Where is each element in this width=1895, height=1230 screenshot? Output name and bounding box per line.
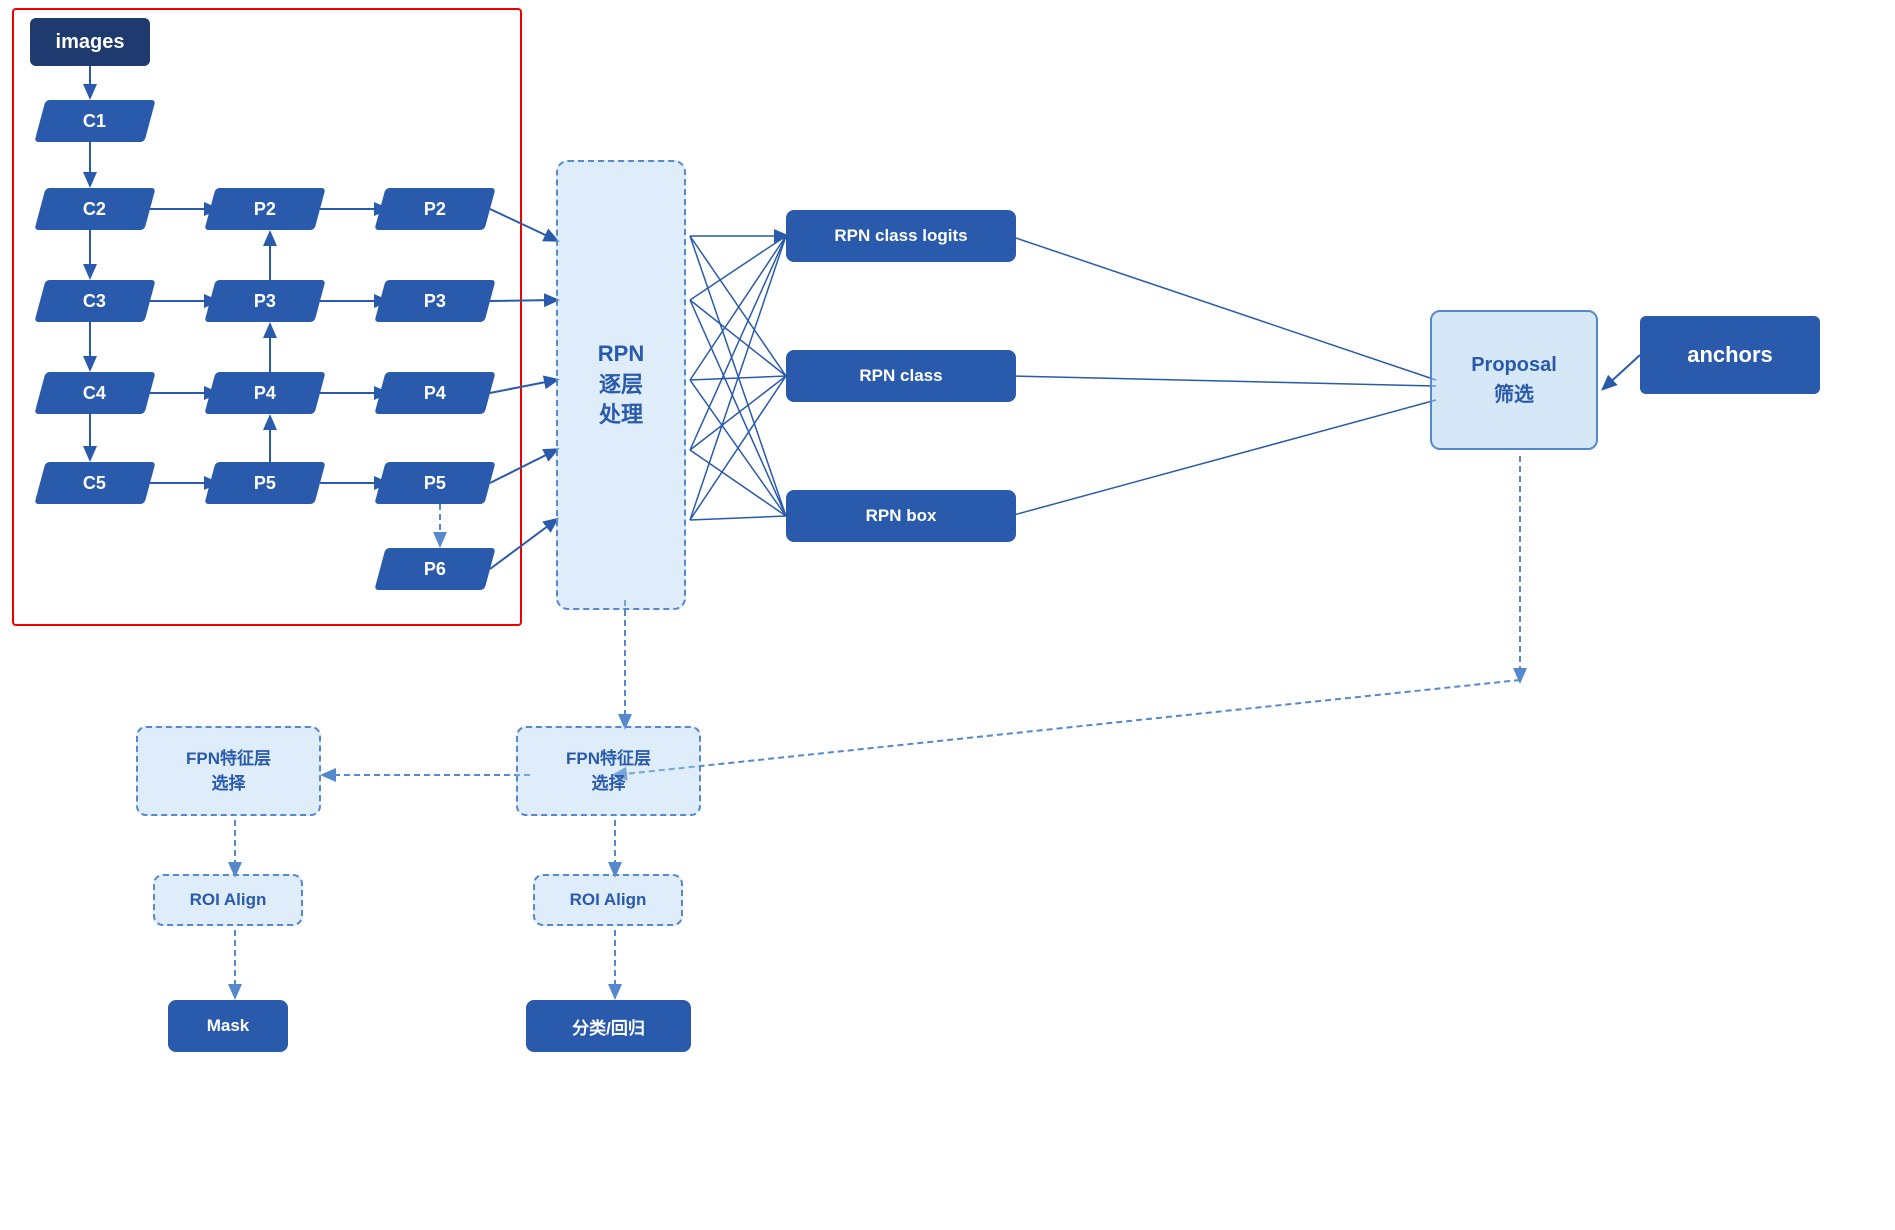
p3b-node: P3 (380, 280, 490, 322)
p5a-node: P5 (210, 462, 320, 504)
c1-node: C1 (40, 100, 150, 142)
rpn-box-node: RPN box (786, 490, 1016, 542)
mask-node: Mask (168, 1000, 288, 1052)
p5b-node: P5 (380, 462, 490, 504)
fpn-sel2-node: FPN特征层 选择 (516, 726, 701, 816)
images-node: images (30, 18, 150, 66)
c4-node: C4 (40, 372, 150, 414)
roi-align1-node: ROI Align (153, 874, 303, 926)
p4a-node: P4 (210, 372, 320, 414)
p2b-node: P2 (380, 188, 490, 230)
rpn-node: RPN 逐层 处理 (556, 160, 686, 610)
rpn-class-node: RPN class (786, 350, 1016, 402)
proposal-node: Proposal 筛选 (1430, 310, 1598, 450)
c3-node: C3 (40, 280, 150, 322)
c2-node: C2 (40, 188, 150, 230)
anchors-node: anchors (1640, 316, 1820, 394)
roi-align2-node: ROI Align (533, 874, 683, 926)
c5-node: C5 (40, 462, 150, 504)
classify-node: 分类/回归 (526, 1000, 691, 1052)
p3a-node: P3 (210, 280, 320, 322)
fpn-sel1-node: FPN特征层 选择 (136, 726, 321, 816)
p2a-node: P2 (210, 188, 320, 230)
p6b-node: P6 (380, 548, 490, 590)
rpn-class-logits-node: RPN class logits (786, 210, 1016, 262)
p4b-node: P4 (380, 372, 490, 414)
diagram: images C1 C2 C3 C4 C5 P2 (0, 0, 1895, 1230)
